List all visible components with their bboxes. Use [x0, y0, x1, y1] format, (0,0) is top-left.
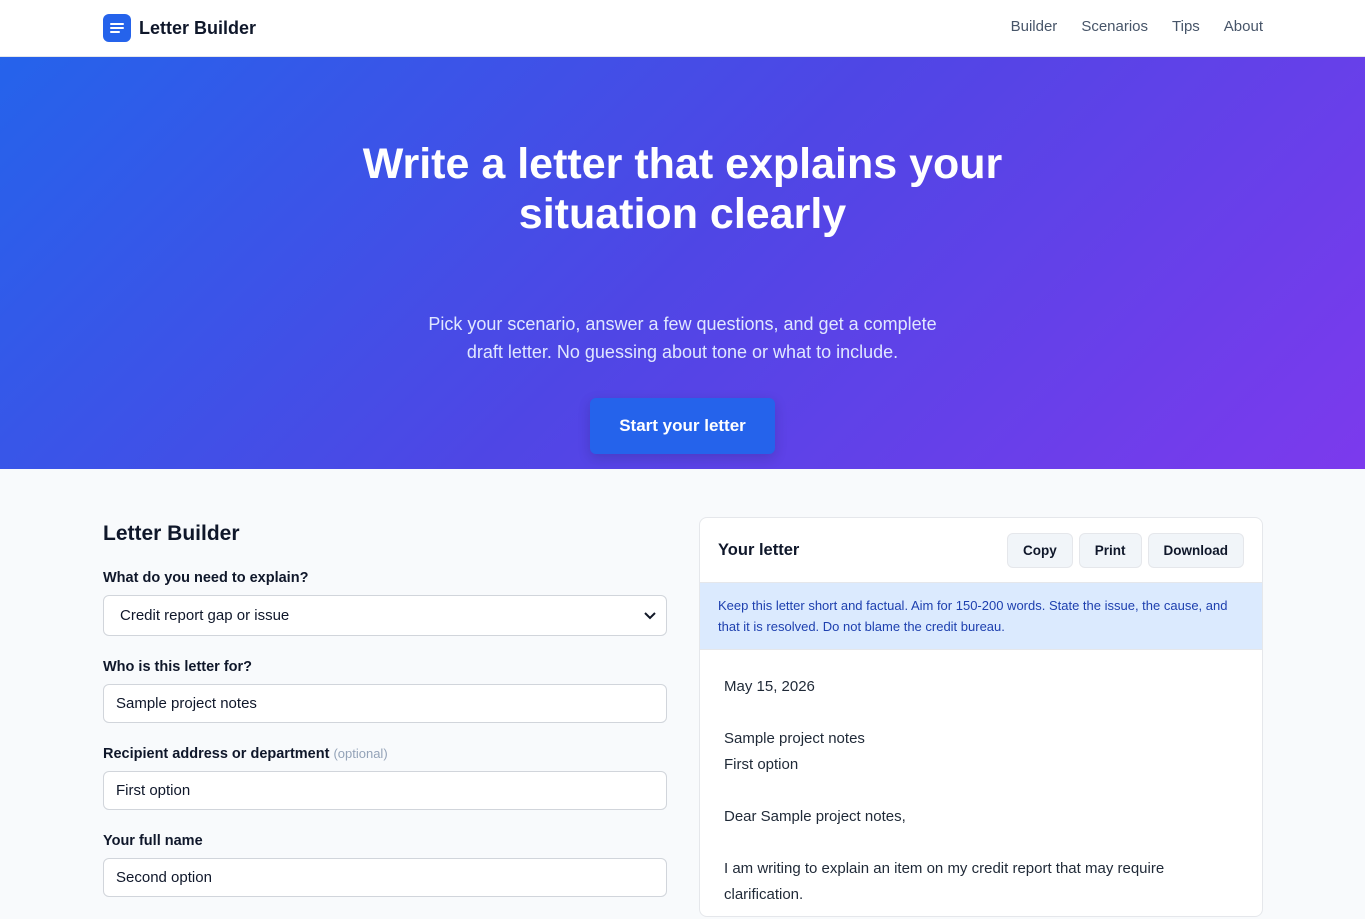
address-label-text: Recipient address or department	[103, 746, 330, 762]
nav-link-tips[interactable]: Tips	[1172, 18, 1200, 35]
form-title: Letter Builder	[103, 522, 240, 545]
letter-salutation: Dear Sample project notes,	[724, 808, 906, 825]
address-label: Recipient address or department (optiona…	[103, 745, 667, 763]
letter-recipient-line2: First option	[724, 756, 799, 773]
address-input[interactable]	[103, 771, 667, 810]
letter-date: May 15, 2026	[724, 678, 815, 695]
download-button[interactable]: Download	[1147, 532, 1244, 568]
letter-recipient-line1: Sample project notes	[724, 730, 865, 747]
hero-subtitle: Pick your scenario, answer a few questio…	[428, 314, 937, 362]
preview-actions: Copy Print Download	[1006, 532, 1244, 568]
main-content: Letter Builder What do you need to expla…	[0, 469, 1365, 917]
scenario-select-value: Credit report gap or issue	[120, 607, 290, 624]
full-name-input[interactable]	[103, 858, 667, 897]
start-letter-button[interactable]: Start your letter	[590, 398, 775, 454]
tip-banner: Keep this letter short and factual. Aim …	[700, 582, 1262, 650]
recipient-input[interactable]	[103, 684, 667, 723]
hero-section: Write a letter that explains your situat…	[0, 57, 1365, 469]
recipient-label: Who is this letter for?	[103, 659, 253, 675]
letter-form: Letter Builder What do you need to expla…	[103, 521, 667, 919]
scenario-label: What do you need to explain?	[103, 570, 309, 586]
brand-name: Letter Builder	[139, 17, 257, 38]
top-nav-bar: Letter Builder Builder Scenarios Tips Ab…	[0, 0, 1365, 57]
nav-link-builder[interactable]: Builder	[1011, 18, 1058, 35]
preview-header: Your letter Copy Print Download	[700, 518, 1262, 582]
preview-title: Your letter	[718, 540, 800, 559]
lines-icon	[103, 14, 131, 42]
optional-tag: (optional)	[333, 746, 388, 761]
nav-link-about[interactable]: About	[1224, 18, 1263, 35]
scenario-select[interactable]: Credit report gap or issue	[103, 595, 667, 636]
letter-body-paragraph: I am writing to explain an item on my cr…	[724, 860, 1165, 903]
hero-title: Write a letter that explains your situat…	[362, 140, 1003, 238]
chevron-down-icon	[644, 607, 656, 624]
print-button[interactable]: Print	[1078, 532, 1142, 568]
main-nav: Builder Scenarios Tips About	[1011, 18, 1263, 35]
letter-preview: Your letter Copy Print Download Keep thi…	[699, 517, 1263, 917]
full-name-label: Your full name	[103, 833, 203, 849]
brand[interactable]: Letter Builder	[103, 14, 256, 42]
copy-button[interactable]: Copy	[1006, 532, 1073, 568]
nav-link-scenarios[interactable]: Scenarios	[1081, 18, 1148, 35]
letter-body: May 15, 2026 Sample project notes First …	[700, 650, 1262, 908]
